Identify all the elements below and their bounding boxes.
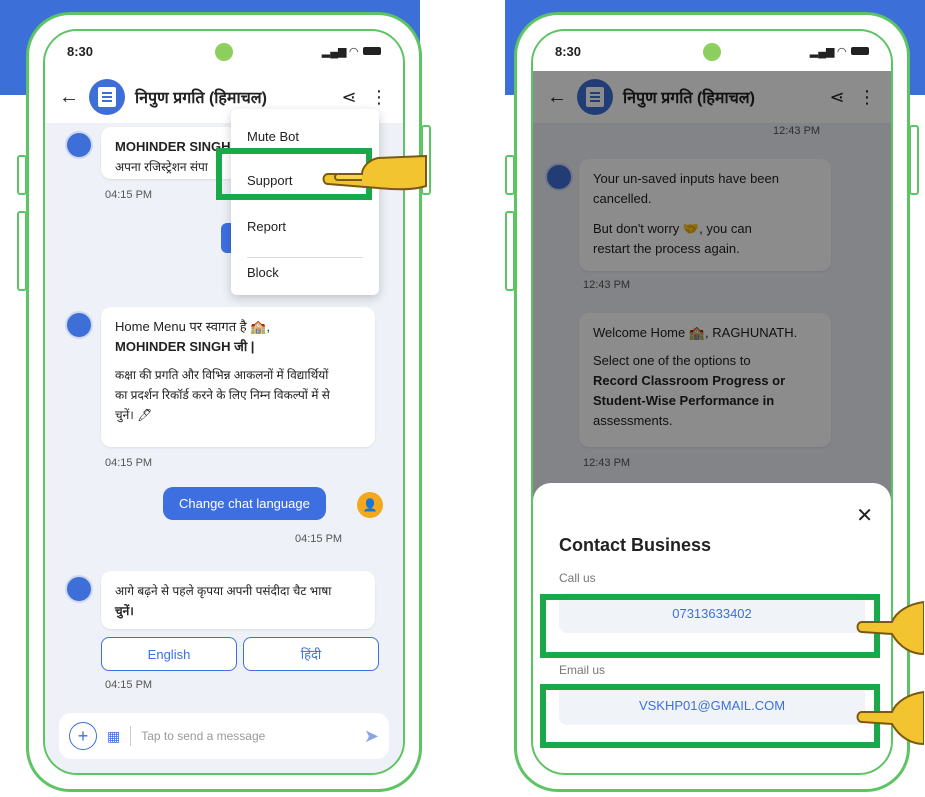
message-input[interactable]: Tap to send a message (141, 729, 354, 743)
send-icon[interactable]: ➤ (364, 726, 379, 747)
message-line: MOHINDER SINGH जी | (115, 339, 255, 354)
message-bubble: आगे बढ़ने से पहले कृपया अपनी पसंदीदा चैट… (101, 571, 375, 629)
menu-grid-icon[interactable]: ▦ (107, 728, 120, 745)
pointing-hand-icon (322, 154, 427, 191)
bot-message-avatar (65, 311, 93, 339)
message-line: कक्षा की प्रगति और विभिन्न आकलनों में वि… (115, 368, 329, 382)
message-line: चुनें। 🖊 (115, 408, 153, 422)
call-us-label: Call us (559, 571, 596, 585)
option-hindi-button[interactable]: हिंदी (243, 637, 379, 671)
message-line: Home Menu पर स्वागत है 🏫, (115, 319, 271, 334)
option-english-button[interactable]: English (101, 637, 237, 671)
overflow-menu: Mute Bot Support Report Block (231, 109, 379, 295)
signal-wifi-battery-icon: ▂▄▆ ◠ (322, 45, 381, 58)
bot-message-avatar (65, 575, 93, 603)
email-highlight-box (540, 684, 880, 748)
camera-icon (703, 43, 721, 61)
add-attachment-icon[interactable]: + (69, 722, 97, 750)
user-avatar: 👤 (357, 492, 383, 518)
message-time: 04:15 PM (105, 679, 153, 691)
menu-item-block[interactable]: Block (247, 265, 279, 280)
phone-highlight-box (540, 594, 880, 658)
phone-left: 8:30 ▂▄▆ ◠ ← निपुण प्रगति (हिमाचल) ⋖ ⋮ M… (17, 12, 431, 792)
close-icon[interactable]: ✕ (856, 503, 873, 528)
signal-wifi-battery-icon: ▂▄▆ ◠ (810, 45, 869, 58)
more-options-icon[interactable]: ⋮ (369, 87, 389, 108)
chat-title[interactable]: निपुण प्रगति (हिमाचल) (135, 86, 329, 108)
message-time: 04:15 PM (105, 189, 153, 201)
phone-right: 8:30 ▂▄▆ ◠ ← निपुण प्रगति (हिमाचल) ⋖ ⋮ 1… (505, 12, 919, 792)
menu-item-report[interactable]: Report (247, 219, 286, 234)
bot-avatar[interactable] (89, 79, 125, 115)
menu-item-mute-bot[interactable]: Mute Bot (247, 129, 299, 144)
message-composer: + ▦ Tap to send a message ➤ (59, 713, 389, 759)
sheet-title: Contact Business (559, 535, 712, 555)
status-time: 8:30 (555, 43, 582, 59)
message-time: 04:15 PM (105, 457, 153, 469)
message-bubble: Home Menu पर स्वागत है 🏫, MOHINDER SINGH… (101, 307, 375, 447)
back-arrow-icon[interactable]: ← (59, 86, 79, 109)
bot-message-avatar (65, 131, 93, 159)
sent-message: Change chat language (163, 487, 326, 520)
email-us-label: Email us (559, 663, 606, 677)
camera-icon (215, 43, 233, 61)
share-icon[interactable]: ⋖ (339, 87, 359, 108)
status-time: 8:30 (67, 43, 94, 59)
pointing-hand-icon (856, 690, 924, 746)
message-time: 04:15 PM (295, 533, 343, 545)
message-line: का प्रदर्शन रिकॉर्ड करने के लिए निम्न वि… (115, 388, 330, 402)
pointing-hand-icon (856, 600, 924, 656)
